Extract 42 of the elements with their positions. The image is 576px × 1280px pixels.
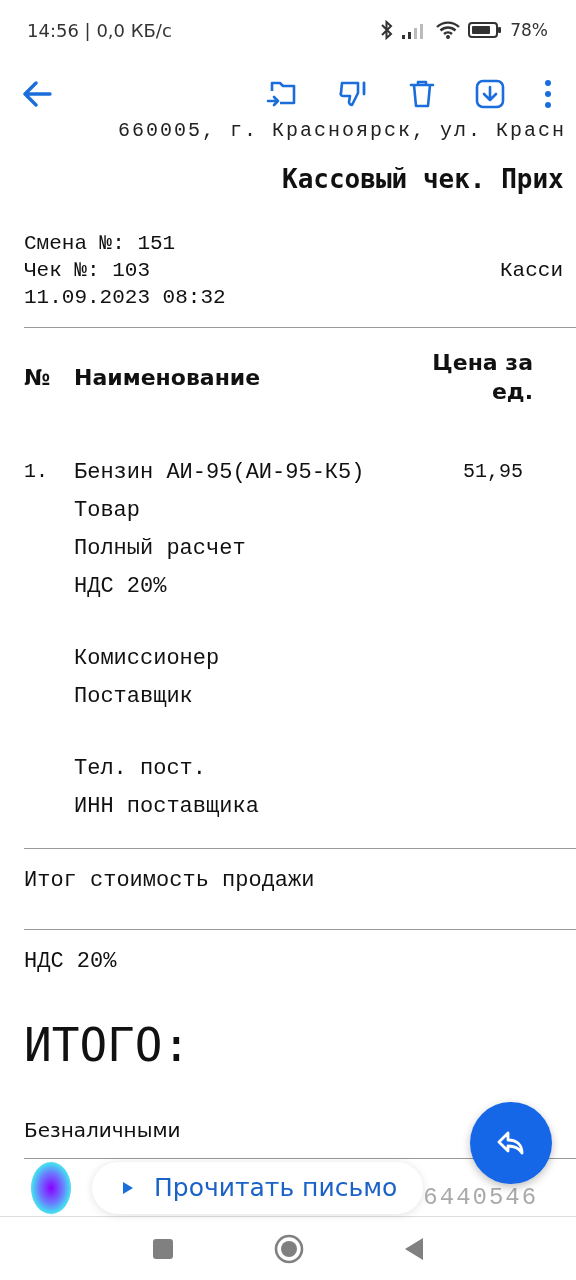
battery-percent: 78% — [510, 20, 548, 41]
check-number: Чек №: 103 — [24, 258, 151, 285]
home-icon[interactable] — [274, 1233, 304, 1264]
battery-icon — [468, 21, 503, 40]
item-line: Поставщик — [74, 684, 194, 712]
receipt-title: Кассовый чек. Прих — [281, 164, 565, 195]
payment-label: Безналичными — [24, 1118, 182, 1143]
recent-apps-icon[interactable] — [152, 1237, 174, 1260]
play-icon — [122, 1180, 134, 1195]
address-text: 660005, г. Красноярск, ул. Красн — [117, 119, 568, 143]
back-icon[interactable] — [22, 81, 52, 107]
item-line: Комиссионер — [74, 646, 221, 674]
status-time: 14:56 | 0,0 КБ/с — [27, 19, 172, 41]
footer-number: 6440546 — [423, 1184, 539, 1212]
vat-label: НДС 20% — [24, 948, 118, 977]
read-aloud-button[interactable]: Прочитать письмо — [92, 1161, 424, 1214]
item-number: 1. — [24, 460, 49, 486]
wifi-icon — [436, 21, 461, 40]
assistant-orb-icon[interactable] — [30, 1160, 72, 1215]
reply-icon — [496, 1130, 526, 1156]
delete-icon[interactable] — [408, 79, 436, 109]
move-to-folder-icon[interactable] — [266, 79, 298, 109]
download-icon[interactable] — [475, 79, 505, 109]
shift-number: Смена №: 151 — [24, 231, 177, 258]
item-line: Полный расчет — [74, 536, 247, 564]
item-line: ИНН поставщика — [74, 794, 260, 822]
column-header: Наименование — [74, 364, 262, 390]
cashier-label: Касси — [500, 258, 564, 285]
more-icon[interactable] — [544, 79, 552, 109]
total-sale-label: Итог стоимость продажи — [24, 867, 316, 896]
column-header: № — [24, 364, 52, 390]
item-line: Товар — [74, 498, 141, 526]
receipt-datetime: 11.09.2023 08:32 — [24, 285, 227, 312]
item-line: Тел. пост. — [74, 756, 208, 784]
reply-button[interactable] — [470, 1102, 552, 1184]
column-header: Цена за ед. — [431, 349, 533, 407]
grand-total-label: ИТОГО: — [24, 1018, 192, 1073]
item-line: НДС 20% — [74, 574, 168, 602]
item-line: Бензин АИ-95(АИ-95-К5) — [74, 460, 366, 488]
back-nav-icon[interactable] — [404, 1236, 424, 1261]
item-price: 51,95 — [463, 460, 524, 486]
bluetooth-icon — [380, 20, 395, 41]
